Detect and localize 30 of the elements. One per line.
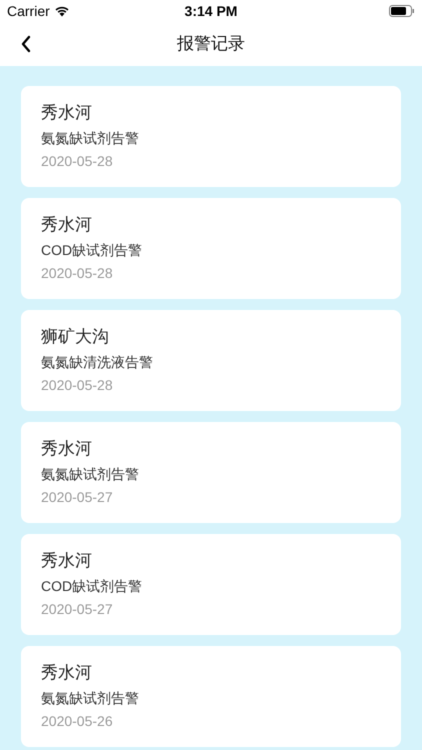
wifi-icon [54, 5, 70, 17]
alarm-message: 氨氮缺清洗液告警 [41, 353, 154, 372]
alarm-date: 2020-05-27 [41, 488, 114, 507]
clock: 3:14 PM [184, 2, 238, 20]
alarm-card[interactable]: 狮矿大沟 氨氮缺清洗液告警 2020-05-28 [21, 310, 401, 411]
battery-icon [388, 5, 415, 17]
station-name: 秀水河 [41, 102, 93, 124]
alarm-date: 2020-05-28 [41, 264, 114, 283]
carrier-name: Carrier [7, 2, 50, 20]
alarm-date: 2020-05-28 [41, 152, 114, 171]
alarm-card[interactable]: 秀水河 氨氮缺试剂告警 2020-05-28 [21, 86, 401, 187]
station-name: 秀水河 [41, 214, 93, 236]
page-title: 报警记录 [177, 33, 245, 56]
alarm-card[interactable]: 秀水河 氨氮缺试剂告警 2020-05-27 [21, 422, 401, 523]
alarm-message: COD缺试剂告警 [41, 577, 144, 596]
alarm-message: COD缺试剂告警 [41, 241, 144, 260]
alarm-message: 氨氮缺试剂告警 [41, 689, 140, 708]
alarm-message: 氨氮缺试剂告警 [41, 129, 140, 148]
back-icon [20, 35, 32, 53]
alarm-date: 2020-05-28 [41, 376, 114, 395]
station-name: 狮矿大沟 [41, 326, 110, 348]
alarm-card[interactable]: 秀水河 COD缺试剂告警 2020-05-27 [21, 534, 401, 635]
alarm-date: 2020-05-26 [41, 712, 114, 731]
station-name: 秀水河 [41, 662, 93, 684]
alarm-card[interactable]: 秀水河 氨氮缺试剂告警 2020-05-26 [21, 646, 401, 747]
alarm-date: 2020-05-27 [41, 600, 114, 619]
alarm-card[interactable]: 秀水河 COD缺试剂告警 2020-05-28 [21, 198, 401, 299]
station-name: 秀水河 [41, 550, 93, 572]
station-name: 秀水河 [41, 438, 93, 460]
alarm-message: 氨氮缺试剂告警 [41, 465, 140, 484]
